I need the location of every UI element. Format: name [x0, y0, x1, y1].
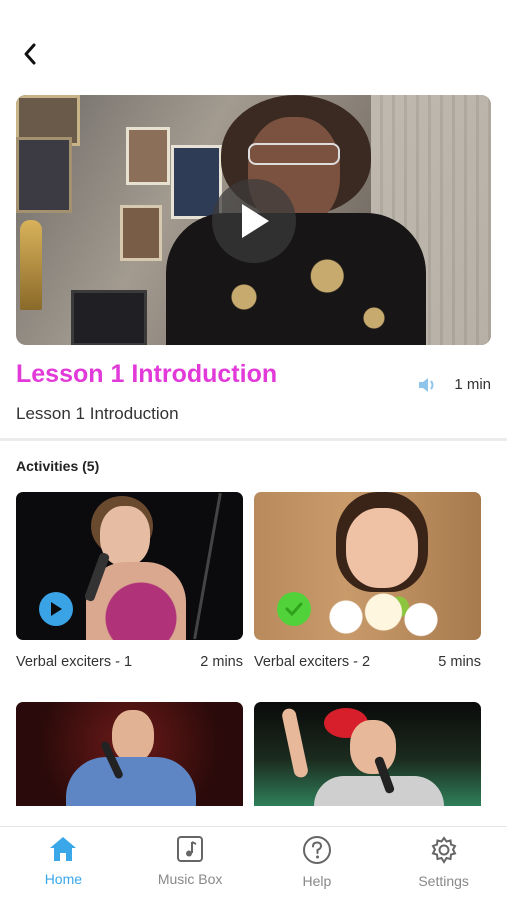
decor-frame	[126, 127, 170, 185]
tab-settings-label: Settings	[418, 873, 469, 889]
section-divider	[0, 438, 507, 441]
duration-label: 1 min	[454, 376, 491, 393]
decor-frame	[16, 137, 72, 213]
performer-face	[350, 720, 396, 774]
mic-stand	[193, 492, 222, 640]
lesson-subtitle: Lesson 1 Introduction	[16, 404, 179, 423]
performer-face	[112, 710, 154, 762]
play-icon	[242, 204, 269, 238]
check-icon	[285, 602, 303, 616]
video-play-button[interactable]	[212, 179, 296, 263]
presenter-body	[166, 213, 426, 345]
help-icon	[302, 836, 331, 864]
activity-thumbnail[interactable]	[16, 702, 243, 806]
decor-frame	[120, 205, 162, 261]
tab-help-label: Help	[302, 873, 332, 889]
lesson-title: Lesson 1 Introduction	[16, 360, 278, 388]
lesson-duration: 1 min	[418, 376, 491, 393]
activity-play-badge[interactable]	[39, 592, 73, 626]
performer-body	[314, 776, 444, 806]
activities-heading: Activities (5)	[16, 458, 100, 474]
activity-card[interactable]	[254, 702, 481, 806]
back-button[interactable]	[14, 38, 46, 70]
activity-duration: 2 mins	[200, 654, 243, 670]
performer-body	[66, 757, 196, 806]
gear-icon	[431, 836, 457, 864]
tab-music-box-label: Music Box	[157, 871, 223, 887]
tab-home[interactable]: Home	[0, 827, 127, 901]
lesson-video-thumbnail[interactable]	[16, 95, 491, 345]
activity-thumbnail[interactable]	[16, 492, 243, 640]
performer-face	[346, 508, 418, 588]
tab-music-box[interactable]: Music Box	[127, 827, 254, 901]
tab-settings[interactable]: Settings	[380, 827, 507, 901]
activity-card[interactable]	[16, 702, 243, 806]
activity-duration: 5 mins	[438, 654, 481, 670]
activity-title: Verbal exciters - 1	[16, 654, 133, 670]
performer-arm	[280, 707, 310, 779]
music-note-icon	[177, 836, 204, 862]
activity-card[interactable]: Verbal exciters - 1 2 mins	[16, 492, 243, 670]
completed-badge	[277, 592, 311, 626]
bottom-tab-bar: Home Music Box Help Settings	[0, 826, 507, 901]
chevron-left-icon	[24, 43, 36, 65]
play-icon	[51, 602, 62, 616]
speaker-icon[interactable]	[418, 377, 436, 393]
decor-frame	[71, 290, 147, 345]
activity-title: Verbal exciters - 2	[254, 654, 371, 670]
activity-thumbnail[interactable]	[254, 492, 481, 640]
home-icon	[50, 837, 77, 861]
activity-thumbnail[interactable]	[254, 702, 481, 806]
flower-bouquet	[316, 592, 466, 640]
tab-home-label: Home	[44, 871, 83, 887]
decor-trophy	[20, 220, 42, 310]
activity-card[interactable]: Verbal exciters - 2 5 mins	[254, 492, 481, 670]
tab-help[interactable]: Help	[254, 827, 381, 901]
presenter-glasses	[248, 143, 340, 165]
